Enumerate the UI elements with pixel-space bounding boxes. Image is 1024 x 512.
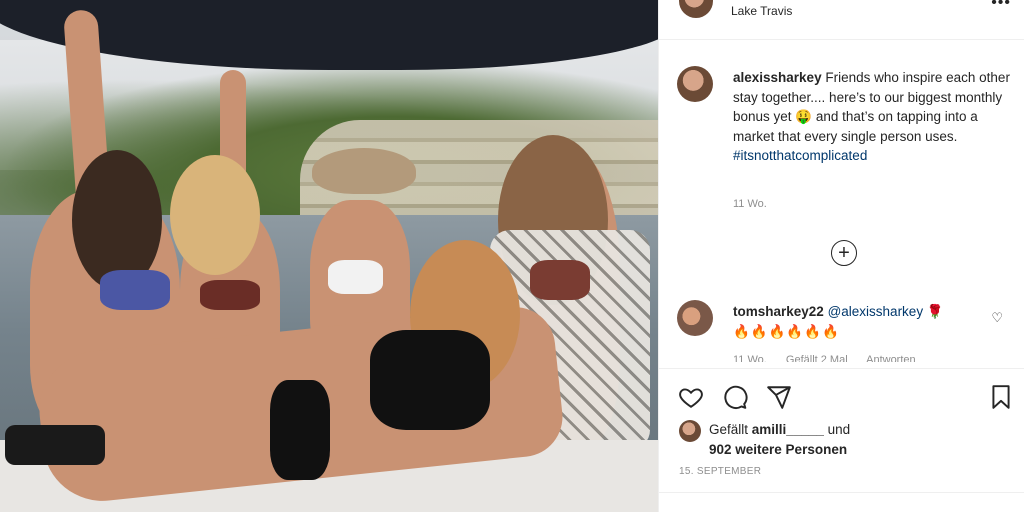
- photo-bikini-2: [200, 280, 260, 310]
- liker-username[interactable]: amilli_____: [752, 422, 824, 437]
- post-photo[interactable]: [0, 0, 658, 512]
- more-horizontal-icon[interactable]: •••: [991, 0, 1011, 12]
- location-link[interactable]: Lake Travis: [731, 4, 792, 18]
- post-sidebar: Lake Travis ••• alexissharkey Friends wh…: [658, 0, 1024, 512]
- comment-text: tomsharkey22 @alexissharkey 🌹 🔥🔥🔥🔥🔥🔥: [733, 302, 983, 342]
- likes-and: und: [827, 422, 851, 437]
- caption-text: alexissharkey Friends who inspire each o…: [733, 68, 1015, 166]
- photo-hat: [312, 148, 416, 194]
- add-comment-area[interactable]: [659, 492, 1024, 512]
- heart-icon[interactable]: [677, 383, 705, 411]
- likes-prefix: Gefällt: [709, 422, 749, 437]
- likes-text: Gefällt amilli_____ und 902 weitere Pers…: [709, 420, 969, 460]
- photo-bikini-4: [530, 260, 590, 300]
- comment-like-heart-icon[interactable]: ♡: [991, 310, 1003, 326]
- liker-avatar[interactable]: [679, 420, 701, 442]
- photo-sandal: [5, 425, 105, 465]
- photo-bikini-3: [328, 260, 383, 294]
- photo-hair-1: [72, 150, 162, 290]
- caption-avatar[interactable]: [677, 66, 713, 102]
- share-icon[interactable]: [765, 383, 793, 411]
- post-header: Lake Travis •••: [659, 0, 1024, 40]
- comment-avatar[interactable]: [677, 300, 713, 336]
- caption-username[interactable]: alexissharkey: [733, 70, 822, 85]
- likes-others[interactable]: 902 weitere Personen: [709, 442, 847, 457]
- photo-bikini-5-bottom: [270, 380, 330, 480]
- comment-likes[interactable]: Gefällt 2 Mal: [786, 354, 848, 362]
- photo-bikini-5-top: [370, 330, 490, 430]
- comment-meta: 11 Wo. Gefällt 2 Mal Antworten: [733, 354, 932, 362]
- caption-hashtag[interactable]: #itsnotthatcomplicated: [733, 148, 867, 163]
- comment-reply[interactable]: Antworten: [866, 354, 916, 362]
- comment-time: 11 Wo.: [733, 354, 767, 362]
- comment-item: tomsharkey22 @alexissharkey 🌹 🔥🔥🔥🔥🔥🔥 ♡ 1…: [677, 298, 1017, 362]
- action-bar: [659, 368, 1024, 428]
- post-date: 15. SEPTEMBER: [679, 466, 762, 477]
- photo-bikini-1: [100, 270, 170, 310]
- photo-hair-2: [170, 155, 260, 275]
- author-avatar[interactable]: [679, 0, 713, 18]
- rose-emoji: 🌹: [926, 304, 944, 319]
- plus-circle-icon[interactable]: +: [831, 240, 857, 266]
- bookmark-icon[interactable]: [987, 383, 1015, 411]
- fire-emojis: 🔥🔥🔥🔥🔥🔥: [733, 324, 840, 339]
- comment-username[interactable]: tomsharkey22: [733, 304, 824, 319]
- caption-time: 11 Wo.: [733, 198, 767, 210]
- comment-icon[interactable]: [721, 383, 749, 411]
- comment-mention[interactable]: @alexissharkey: [828, 304, 924, 319]
- money-face-emoji: 🤑: [795, 109, 813, 124]
